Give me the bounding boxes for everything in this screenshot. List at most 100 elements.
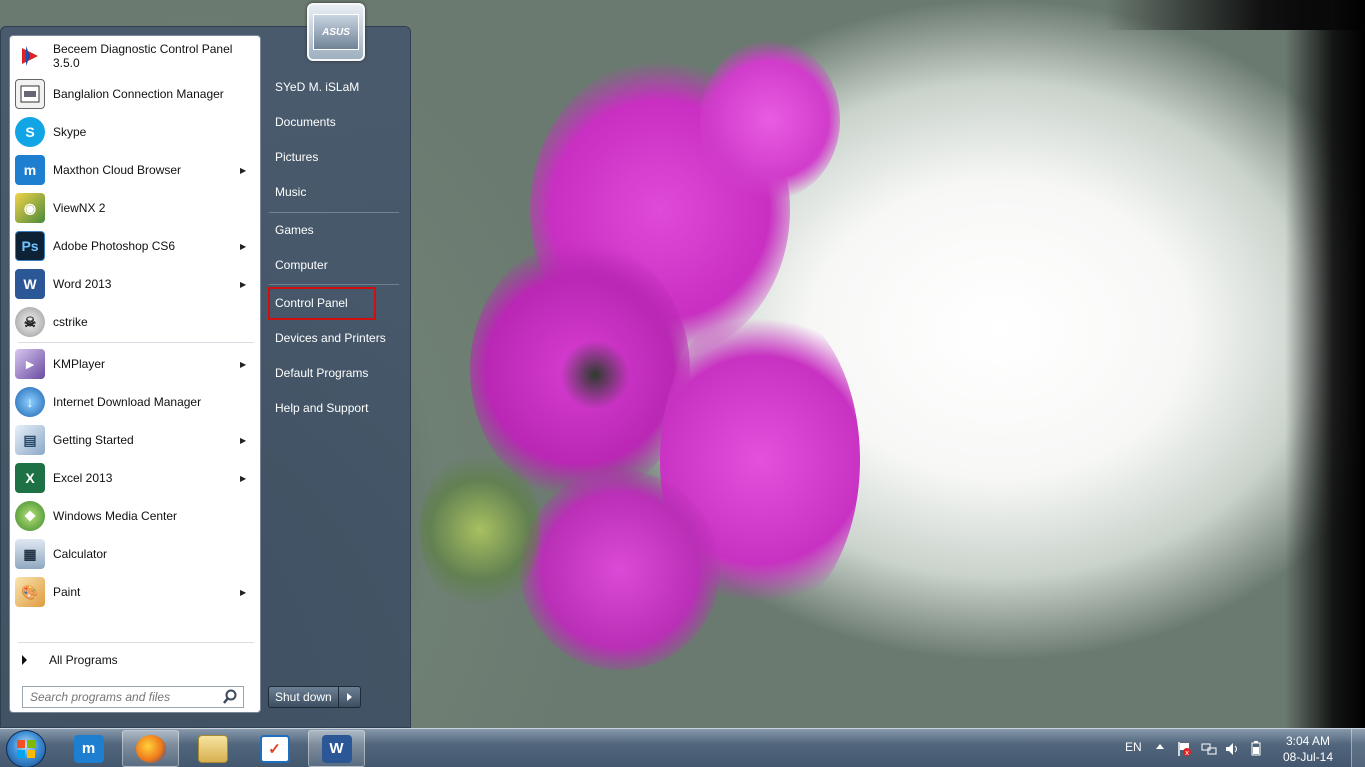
- pinned-programs-list: Beceem Diagnostic Control Panel 3.5.0 Ba…: [9, 35, 261, 713]
- computer-label: Computer: [275, 258, 328, 272]
- games-label: Games: [275, 223, 314, 237]
- right-item-pictures[interactable]: Pictures: [267, 142, 401, 172]
- music-label: Music: [275, 185, 307, 199]
- paint-icon: 🎨: [15, 577, 45, 607]
- default-programs-label: Default Programs: [275, 366, 369, 380]
- program-item-banglalion[interactable]: Banglalion Connection Manager: [12, 76, 258, 112]
- program-item-kmplayer[interactable]: ► KMPlayer ▶: [12, 346, 258, 382]
- program-label: Getting Started: [53, 433, 134, 447]
- getting-started-icon: ▤: [15, 425, 45, 455]
- program-label: Paint: [53, 585, 81, 599]
- program-item-beceem[interactable]: Beceem Diagnostic Control Panel 3.5.0: [12, 38, 258, 74]
- taskbar: m ✓ W EN x 3:04 AM 08-Jul-14: [0, 728, 1365, 767]
- program-label: ViewNX 2: [53, 201, 106, 215]
- svg-text:x: x: [1185, 749, 1189, 757]
- banglalion-icon: [15, 79, 45, 109]
- taskbar-todo[interactable]: ✓: [246, 730, 303, 767]
- program-item-calculator[interactable]: ▦ Calculator: [12, 536, 258, 572]
- help-label: Help and Support: [275, 401, 369, 415]
- language-indicator[interactable]: EN: [1125, 740, 1142, 754]
- right-item-games[interactable]: Games: [267, 215, 401, 245]
- program-label: Word 2013: [53, 277, 112, 291]
- program-label: Maxthon Cloud Browser: [53, 163, 182, 177]
- all-programs-button[interactable]: All Programs: [12, 646, 258, 674]
- right-item-music[interactable]: Music: [267, 177, 401, 207]
- divider: [18, 642, 254, 643]
- divider: [18, 342, 254, 343]
- volume-icon[interactable]: [1224, 741, 1240, 757]
- program-item-media-center[interactable]: ❖ Windows Media Center: [12, 498, 258, 534]
- calculator-icon: ▦: [15, 539, 45, 569]
- program-label: cstrike: [53, 315, 88, 329]
- word-icon: W: [15, 269, 45, 299]
- action-center-flag-icon[interactable]: x: [1176, 741, 1192, 757]
- right-item-devices-printers[interactable]: Devices and Printers: [267, 323, 401, 353]
- taskbar-maxthon[interactable]: m: [60, 730, 117, 767]
- program-item-getting-started[interactable]: ▤ Getting Started ▶: [12, 422, 258, 458]
- windows-logo-icon: [17, 740, 35, 758]
- submenu-arrow-icon: ▶: [240, 587, 247, 597]
- program-item-cstrike[interactable]: ☠ cstrike: [12, 304, 258, 340]
- arrow-right-icon: [347, 693, 352, 701]
- shutdown-button[interactable]: Shut down: [268, 686, 339, 708]
- show-hidden-icons-arrow[interactable]: [1156, 744, 1164, 749]
- submenu-arrow-icon: ▶: [240, 359, 247, 369]
- program-label: Internet Download Manager: [53, 395, 202, 409]
- taskbar-firefox[interactable]: [122, 730, 179, 767]
- program-item-paint[interactable]: 🎨 Paint ▶: [12, 574, 258, 610]
- program-item-skype[interactable]: S Skype: [12, 114, 258, 150]
- excel-icon: X: [15, 463, 45, 493]
- program-item-photoshop[interactable]: Ps Adobe Photoshop CS6 ▶: [12, 228, 258, 264]
- user-name: SYeD M. iSLaM: [275, 80, 360, 94]
- show-desktop-button[interactable]: [1351, 729, 1365, 767]
- shutdown-options-button[interactable]: [339, 686, 361, 708]
- asus-logo: ASUS: [313, 14, 359, 50]
- clock-time: 3:04 AM: [1285, 734, 1331, 748]
- program-label: Windows Media Center: [53, 509, 178, 523]
- right-item-user[interactable]: SYeD M. iSLaM: [267, 72, 401, 102]
- taskbar-explorer[interactable]: [184, 730, 241, 767]
- documents-label: Documents: [275, 115, 336, 129]
- taskbar-word[interactable]: W: [308, 730, 365, 767]
- submenu-arrow-icon: ▶: [240, 241, 247, 251]
- program-item-excel[interactable]: X Excel 2013 ▶: [12, 460, 258, 496]
- program-label: Banglalion Connection Manager: [53, 87, 224, 101]
- start-menu: Beceem Diagnostic Control Panel 3.5.0 Ba…: [0, 3, 411, 728]
- shutdown-group: Shut down: [268, 686, 361, 708]
- search-input[interactable]: [23, 690, 222, 704]
- program-label: Skype: [53, 125, 87, 139]
- right-item-computer[interactable]: Computer: [267, 250, 401, 280]
- submenu-arrow-icon: ▶: [240, 435, 247, 445]
- folder-icon: [197, 734, 228, 763]
- viewnx-icon: ◉: [15, 193, 45, 223]
- system-clock[interactable]: 3:04 AM 08-Jul-14: [1278, 733, 1338, 765]
- user-account-picture[interactable]: ASUS: [307, 3, 365, 61]
- power-icon[interactable]: [1248, 741, 1264, 757]
- program-label: Excel 2013: [53, 471, 113, 485]
- program-label: Adobe Photoshop CS6: [53, 239, 176, 253]
- submenu-arrow-icon: ▶: [240, 473, 247, 483]
- program-item-idm[interactable]: ↓ Internet Download Manager: [12, 384, 258, 420]
- idm-icon: ↓: [15, 387, 45, 417]
- kmplayer-icon: ►: [15, 349, 45, 379]
- photoshop-icon: Ps: [15, 231, 45, 261]
- right-item-default-programs[interactable]: Default Programs: [267, 358, 401, 388]
- program-item-word[interactable]: W Word 2013 ▶: [12, 266, 258, 302]
- search-box[interactable]: [22, 686, 244, 708]
- program-label: KMPlayer: [53, 357, 106, 371]
- right-item-documents[interactable]: Documents: [267, 107, 401, 137]
- media-center-icon: ❖: [15, 501, 45, 531]
- clock-date: 08-Jul-14: [1282, 750, 1334, 764]
- expand-arrow-icon: [22, 655, 27, 665]
- network-icon[interactable]: [1201, 741, 1217, 757]
- program-item-maxthon[interactable]: m Maxthon Cloud Browser ▶: [12, 152, 258, 188]
- start-button[interactable]: [6, 730, 46, 767]
- firefox-icon: [135, 734, 166, 763]
- divider: [269, 212, 399, 213]
- submenu-arrow-icon: ▶: [240, 165, 247, 175]
- right-item-help-support[interactable]: Help and Support: [267, 393, 401, 423]
- cstrike-icon: ☠: [15, 307, 45, 337]
- control-panel-highlight-box: [268, 287, 376, 320]
- search-icon[interactable]: [222, 688, 240, 706]
- program-item-viewnx[interactable]: ◉ ViewNX 2: [12, 190, 258, 226]
